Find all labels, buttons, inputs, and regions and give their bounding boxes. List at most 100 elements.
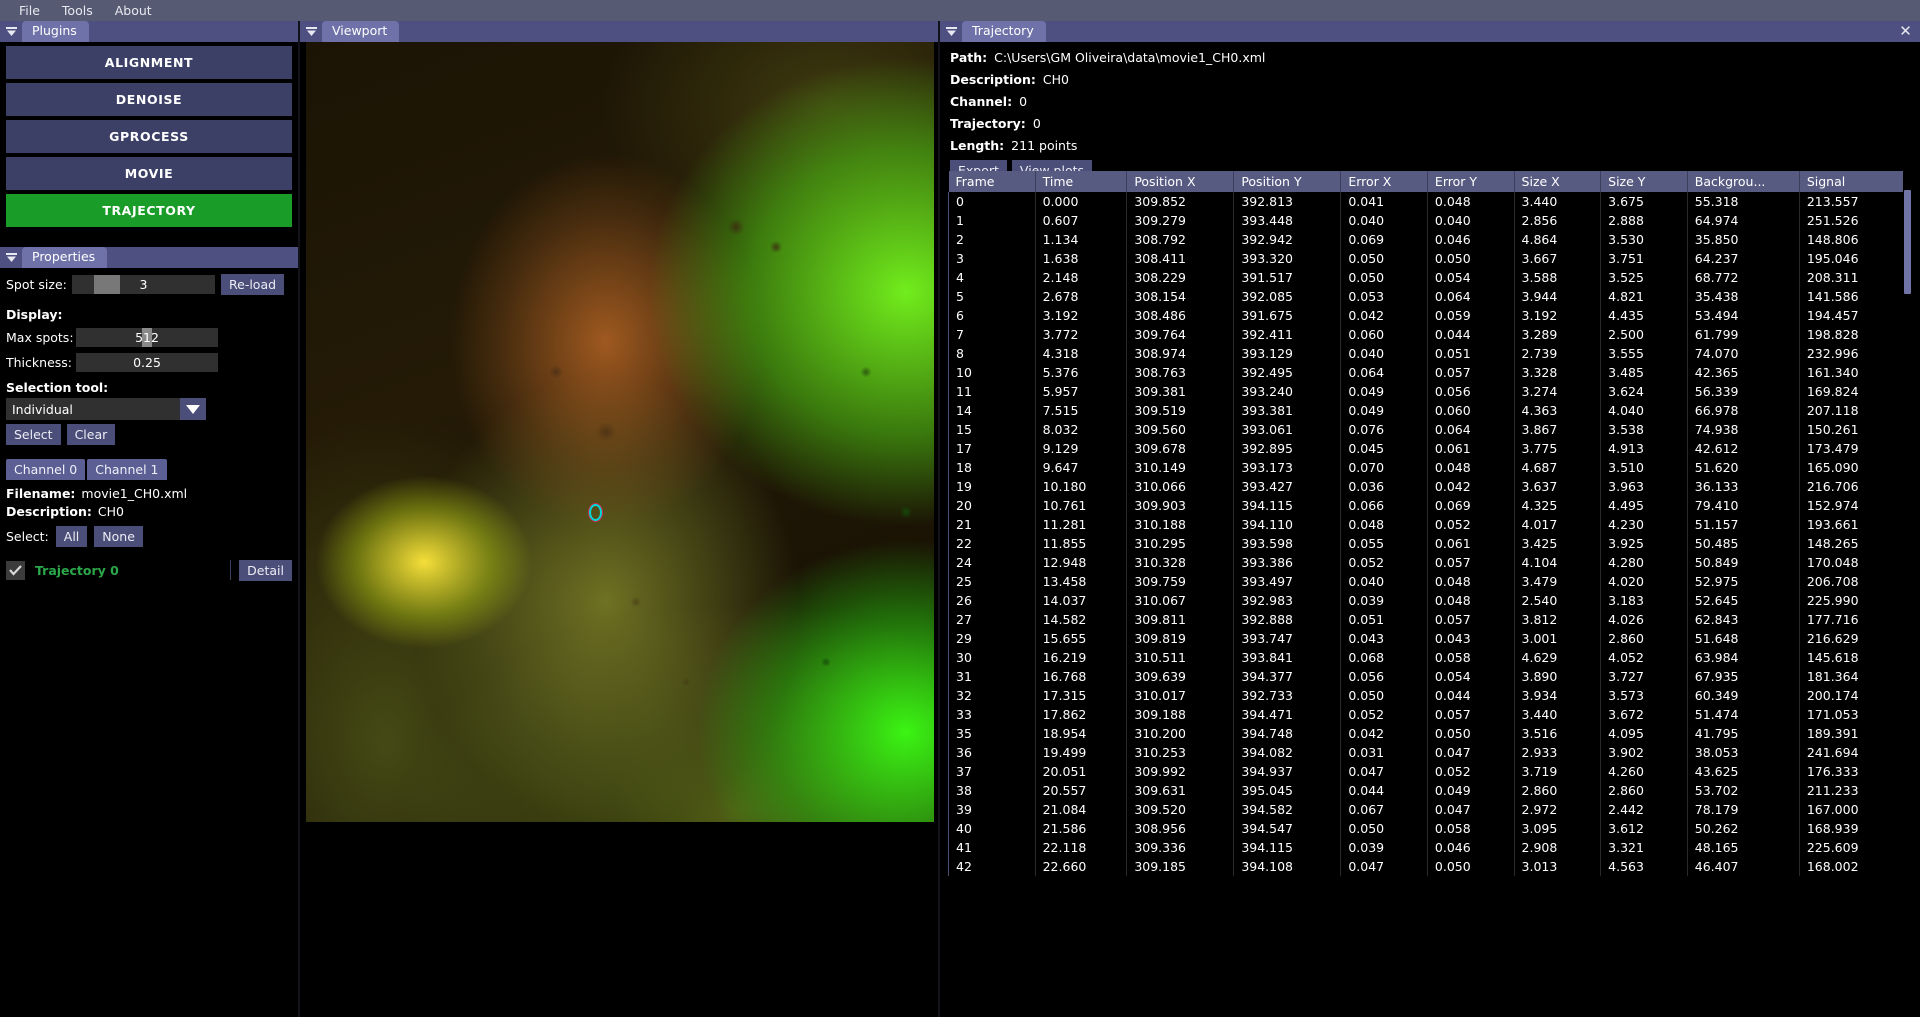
table-row[interactable]: 24 12.948 310.328 393.386 0.052 0.057 4.104 4.2… xyxy=(948,553,1912,572)
table-row[interactable]: 42 22.660 309.185 394.108 0.047 0.050 3.013 4.5… xyxy=(948,857,1912,876)
tab-viewport[interactable]: Viewport xyxy=(322,21,400,42)
table-column-header[interactable]: Position X xyxy=(1126,171,1235,192)
select-button[interactable]: Select xyxy=(6,424,61,445)
detail-button[interactable]: Detail xyxy=(239,559,292,581)
collapse-caret-icon[interactable] xyxy=(0,21,22,42)
tab-properties[interactable]: Properties xyxy=(22,247,108,268)
thickness-input[interactable]: 0.25 xyxy=(76,353,218,372)
table-row[interactable]: 8 4.318 308.974 393.129 0.040 0.051 2.739 3.555… xyxy=(948,344,1912,363)
trajectory-checkbox[interactable] xyxy=(6,560,25,580)
clear-button[interactable]: Clear xyxy=(66,424,116,445)
chevron-down-icon[interactable] xyxy=(180,398,206,420)
table-row[interactable]: 10 5.376 308.763 392.495 0.064 0.057 3.328 3.48… xyxy=(948,363,1912,382)
tab-channel-1[interactable]: Channel 1 xyxy=(87,459,167,480)
table-row[interactable]: 39 21.084 309.520 394.582 0.067 0.047 2.972 2.4… xyxy=(948,800,1912,819)
trajectory-table-container[interactable]: Frame Time Position X Position Y Error X Erro… xyxy=(948,171,1912,1017)
table-column-header[interactable]: Position Y xyxy=(1233,171,1342,192)
table-row[interactable]: 21 11.281 310.188 394.110 0.048 0.052 4.017 4.2… xyxy=(948,515,1912,534)
selected-spot-marker[interactable] xyxy=(589,504,602,521)
table-row[interactable]: 27 14.582 309.811 392.888 0.051 0.057 3.812 4.0… xyxy=(948,610,1912,629)
table-cell: 394.471 xyxy=(1233,705,1342,724)
menu-item-about[interactable]: About xyxy=(104,1,163,20)
table-row[interactable]: 26 14.037 310.067 392.983 0.039 0.048 2.540 3.1… xyxy=(948,591,1912,610)
table-row[interactable]: 31 16.768 309.639 394.377 0.056 0.054 3.890 3.7… xyxy=(948,667,1912,686)
scrollbar-thumb[interactable] xyxy=(1904,190,1911,294)
table-row[interactable]: 0 0.000 309.852 392.813 0.041 0.048 3.440 3.675… xyxy=(948,192,1912,211)
table-row[interactable]: 15 8.032 309.560 393.061 0.076 0.064 3.867 3.53… xyxy=(948,420,1912,439)
table-row[interactable]: 37 20.051 309.992 394.937 0.047 0.052 3.719 4.2… xyxy=(948,762,1912,781)
selection-tool-dropdown[interactable]: Individual xyxy=(6,398,206,420)
table-row[interactable]: 25 13.458 309.759 393.497 0.040 0.048 3.479 4.0… xyxy=(948,572,1912,591)
table-row[interactable]: 7 3.772 309.764 392.411 0.060 0.044 3.289 2.500… xyxy=(948,325,1912,344)
table-row[interactable]: 2 1.134 308.792 392.942 0.069 0.046 4.864 3.530… xyxy=(948,230,1912,249)
spot-size-slider[interactable]: 3 xyxy=(72,275,215,294)
collapse-caret-icon[interactable] xyxy=(940,21,962,42)
plugin-button-gprocess[interactable]: GPROCESS xyxy=(6,120,292,153)
table-row[interactable]: 1 0.607 309.279 393.448 0.040 0.040 2.856 2.888… xyxy=(948,211,1912,230)
table-row[interactable]: 6 3.192 308.486 391.675 0.042 0.059 3.192 4.435… xyxy=(948,306,1912,325)
table-column-header[interactable]: Backgrou... xyxy=(1687,171,1800,192)
table-cell: 0.057 xyxy=(1427,553,1515,572)
tab-plugins[interactable]: Plugins xyxy=(22,21,89,42)
table-row[interactable]: 20 10.761 309.903 394.115 0.066 0.069 4.325 4.4… xyxy=(948,496,1912,515)
table-column-header[interactable]: Error X xyxy=(1340,171,1428,192)
table-cell: 4.821 xyxy=(1600,287,1688,306)
table-column-header[interactable]: Size Y xyxy=(1600,171,1688,192)
table-row[interactable]: 38 20.557 309.631 395.045 0.044 0.049 2.860 2.8… xyxy=(948,781,1912,800)
table-row[interactable]: 14 7.515 309.519 393.381 0.049 0.060 4.363 4.04… xyxy=(948,401,1912,420)
table-row[interactable]: 5 2.678 308.154 392.085 0.053 0.064 3.944 4.821… xyxy=(948,287,1912,306)
close-icon[interactable]: ✕ xyxy=(1897,23,1914,40)
table-cell: 0.064 xyxy=(1340,363,1428,382)
table-row[interactable]: 40 21.586 308.956 394.547 0.050 0.058 3.095 3.6… xyxy=(948,819,1912,838)
plugin-button-movie[interactable]: MOVIE xyxy=(6,157,292,190)
menu-item-tools[interactable]: Tools xyxy=(51,1,104,20)
table-cell: 79.410 xyxy=(1687,496,1800,515)
tab-trajectory[interactable]: Trajectory xyxy=(962,21,1046,42)
table-column-header[interactable]: Size X xyxy=(1514,171,1602,192)
plugin-button-alignment[interactable]: ALIGNMENT xyxy=(6,46,292,79)
table-row[interactable]: 32 17.315 310.017 392.733 0.050 0.044 3.934 3.5… xyxy=(948,686,1912,705)
table-cell: 50.262 xyxy=(1687,819,1800,838)
microscopy-image-canvas[interactable] xyxy=(306,42,934,822)
table-cell: 2.908 xyxy=(1514,838,1602,857)
table-cell: 3.525 xyxy=(1600,268,1688,287)
table-column-header[interactable]: Frame xyxy=(948,171,1036,192)
table-row[interactable]: 35 18.954 310.200 394.748 0.042 0.050 3.516 4.0… xyxy=(948,724,1912,743)
plugin-button-trajectory[interactable]: TRAJECTORY xyxy=(6,194,292,227)
select-none-button[interactable]: None xyxy=(94,526,143,547)
table-row[interactable]: 33 17.862 309.188 394.471 0.052 0.057 3.440 3.6… xyxy=(948,705,1912,724)
table-row[interactable]: 30 16.219 310.511 393.841 0.068 0.058 4.629 4.0… xyxy=(948,648,1912,667)
plugin-button-denoise[interactable]: DENOISE xyxy=(6,83,292,116)
select-all-button[interactable]: All xyxy=(55,526,88,547)
table-row[interactable]: 36 19.499 310.253 394.082 0.031 0.047 2.933 3.9… xyxy=(948,743,1912,762)
trajectory-panel: Trajectory ✕ Path: C:\Users\GM Oliveira\d… xyxy=(938,21,1920,1017)
table-row[interactable]: 22 11.855 310.295 393.598 0.055 0.061 3.425 3.9… xyxy=(948,534,1912,553)
table-row[interactable]: 41 22.118 309.336 394.115 0.039 0.046 2.908 3.3… xyxy=(948,838,1912,857)
table-cell: 216.629 xyxy=(1799,629,1912,648)
table-column-header[interactable]: Time xyxy=(1035,171,1128,192)
table-row[interactable]: 29 15.655 309.819 393.747 0.043 0.043 3.001 2.8… xyxy=(948,629,1912,648)
list-item[interactable]: Trajectory 0 Detail xyxy=(6,559,292,581)
table-column-header[interactable]: Signal xyxy=(1799,171,1912,192)
table-row[interactable]: 3 1.638 308.411 393.320 0.050 0.050 3.667 3.751… xyxy=(948,249,1912,268)
max-spots-input[interactable]: 512 xyxy=(76,328,218,347)
collapse-caret-icon[interactable] xyxy=(300,21,322,42)
table-cell: 4.104 xyxy=(1514,553,1602,572)
table-cell: 43.625 xyxy=(1687,762,1800,781)
table-cell: 3.573 xyxy=(1600,686,1688,705)
menu-item-file[interactable]: File xyxy=(8,1,51,20)
table-column-header[interactable]: Error Y xyxy=(1427,171,1515,192)
table-row[interactable]: 17 9.129 309.678 392.895 0.045 0.061 3.775 4.91… xyxy=(948,439,1912,458)
table-row[interactable]: 4 2.148 308.229 391.517 0.050 0.054 3.588 3.525… xyxy=(948,268,1912,287)
collapse-caret-icon[interactable] xyxy=(0,247,22,268)
table-cell: 0.058 xyxy=(1427,819,1515,838)
reload-button[interactable]: Re-load xyxy=(221,274,285,295)
table-row[interactable]: 18 9.647 310.149 393.173 0.070 0.048 4.687 3.51… xyxy=(948,458,1912,477)
tab-channel-0[interactable]: Channel 0 xyxy=(6,459,86,480)
table-cell: 0.070 xyxy=(1340,458,1428,477)
table-row[interactable]: 19 10.180 310.066 393.427 0.036 0.042 3.637 3.9… xyxy=(948,477,1912,496)
table-row[interactable]: 11 5.957 309.381 393.240 0.049 0.056 3.274 3.62… xyxy=(948,382,1912,401)
table-cell: 4.017 xyxy=(1514,515,1602,534)
table-cell: 3.013 xyxy=(1514,857,1602,876)
table-scrollbar[interactable] xyxy=(1903,171,1912,1017)
